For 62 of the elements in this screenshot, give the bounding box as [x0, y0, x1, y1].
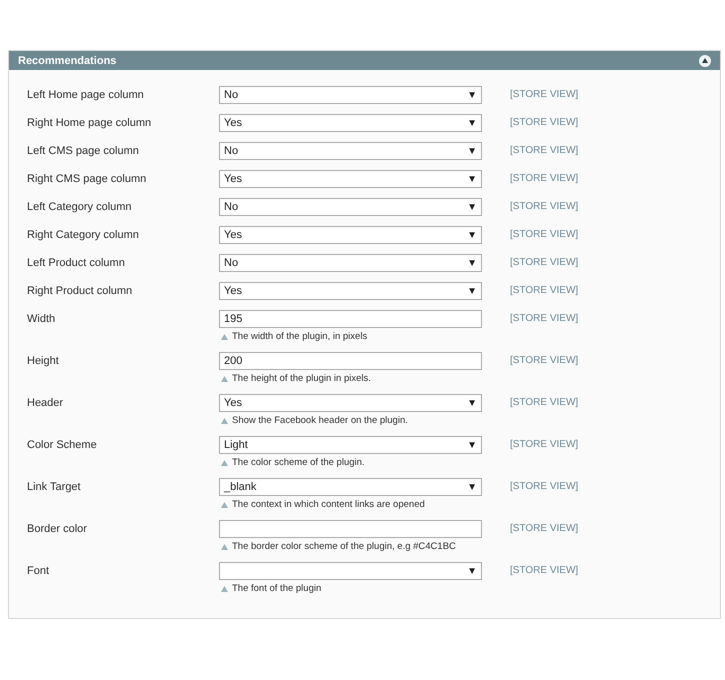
select-field[interactable]: Yes ▼ [219, 394, 482, 412]
scope-label: [STORE VIEW] [510, 88, 578, 102]
select-field[interactable]: No ▼ [219, 254, 482, 272]
collapse-icon[interactable] [699, 54, 711, 66]
select-field[interactable]: No ▼ [219, 198, 482, 216]
note-icon [221, 460, 228, 466]
note-icon [221, 334, 228, 340]
note-icon [221, 586, 228, 592]
select-field[interactable]: ▼ [219, 562, 482, 580]
field-label: Header [27, 396, 64, 411]
scope-label: [STORE VIEW] [510, 116, 578, 130]
select-field[interactable]: No ▼ [219, 142, 482, 160]
scope-label: [STORE VIEW] [510, 522, 578, 536]
field-label: Left CMS page column [27, 144, 140, 159]
note-icon [221, 502, 228, 508]
select-field[interactable]: Yes ▼ [219, 170, 482, 188]
select-field[interactable]: Yes ▼ [219, 282, 482, 300]
field-label: Right Category column [27, 228, 140, 243]
select-field[interactable]: Yes ▼ [219, 226, 482, 244]
select-field[interactable]: No ▼ [219, 86, 482, 104]
scope-label: [STORE VIEW] [510, 354, 578, 368]
field-label: Left Product column [27, 256, 126, 271]
field-note: The font of the plugin [232, 583, 322, 594]
input-field[interactable] [219, 520, 482, 538]
select-field[interactable]: Light ▼ [219, 436, 482, 454]
scope-label: [STORE VIEW] [510, 396, 578, 410]
scope-label: [STORE VIEW] [510, 200, 578, 214]
scope-label: [STORE VIEW] [510, 228, 578, 242]
note-icon [221, 544, 228, 550]
field-note: The border color scheme of the plugin, e.g #C4C1BC [232, 541, 456, 552]
section-title: Recommendations [18, 54, 116, 66]
field-note: The width of the plugin, in pixels [232, 331, 368, 342]
field-label: Height [27, 354, 60, 369]
input-field[interactable]: 195 [219, 310, 482, 328]
field-label: Font [27, 564, 50, 579]
note-icon [221, 418, 228, 424]
field-label: Right Home page column [27, 116, 152, 131]
scope-label: [STORE VIEW] [510, 144, 578, 158]
field-label: Right Product column [27, 284, 134, 299]
scope-label: [STORE VIEW] [510, 312, 578, 326]
field-label: Right CMS page column [27, 172, 148, 187]
select-field[interactable]: _blank ▼ [219, 478, 482, 496]
field-label: Left Category column [27, 200, 133, 215]
note-icon [221, 376, 228, 382]
field-note: The context in which content links are opened [232, 499, 425, 510]
scope-label: [STORE VIEW] [510, 172, 578, 186]
section-header[interactable]: Recommendations [9, 51, 720, 70]
field-note: The color scheme of the plugin. [232, 457, 365, 468]
scope-label: [STORE VIEW] [510, 284, 578, 298]
field-label: Border color [27, 522, 88, 537]
field-label: Left Home page column [27, 88, 145, 103]
scope-label: [STORE VIEW] [510, 480, 578, 494]
field-label: Color Scheme [27, 438, 98, 453]
field-label: Width [27, 312, 56, 327]
field-note: The height of the plugin in pixels. [232, 373, 371, 384]
field-note: Show the Facebook header on the plugin. [232, 415, 408, 426]
field-label: Link Target [27, 480, 82, 495]
scope-label: [STORE VIEW] [510, 564, 578, 578]
scope-label: [STORE VIEW] [510, 438, 578, 452]
scope-label: [STORE VIEW] [510, 256, 578, 270]
input-field[interactable]: 200 [219, 352, 482, 370]
select-field[interactable]: Yes ▼ [219, 114, 482, 132]
